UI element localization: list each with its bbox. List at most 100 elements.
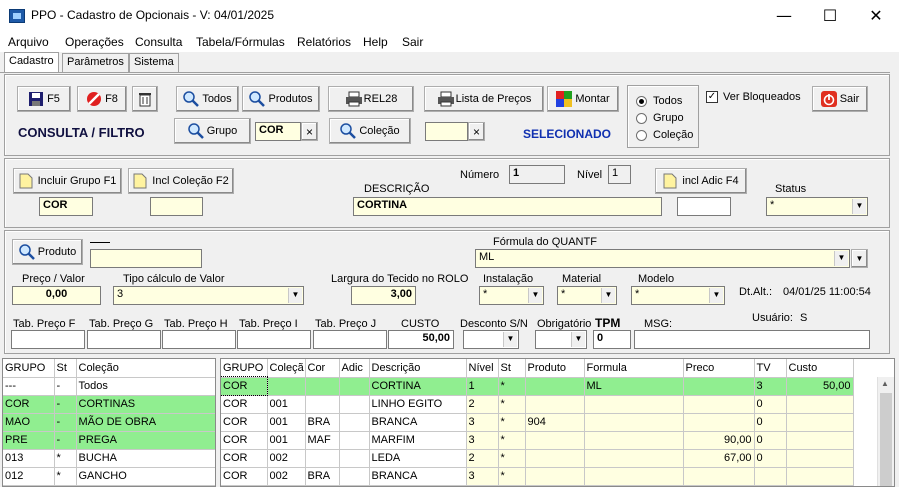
tab-parametros[interactable]: Parâmetros (62, 53, 129, 72)
ver-bloqueados-checkbox[interactable]: ✓ (706, 91, 718, 103)
table-row[interactable]: 012 * GANCHO (3, 467, 215, 486)
radio-colecao[interactable] (636, 130, 647, 141)
grupo-clear-button[interactable]: × (301, 122, 318, 141)
save-button[interactable]: F5 (17, 86, 71, 112)
incl-adic-button[interactable]: incl Adic F4 (655, 168, 747, 194)
items-grid-scrollbar[interactable]: ▲ (877, 377, 894, 486)
tab-preco-h-field[interactable] (162, 330, 236, 349)
header-cor[interactable]: Cor (305, 359, 340, 378)
header-formula[interactable]: Formula (584, 359, 684, 378)
colecao-code-field[interactable] (150, 197, 203, 216)
msg-field[interactable] (634, 330, 870, 349)
menu-tabela-formulas[interactable]: Tabela/Fórmulas (196, 35, 285, 49)
desconto-select[interactable]: ▼ (463, 330, 519, 349)
minimize-button[interactable]: — (761, 0, 807, 32)
tab-preco-i-field[interactable] (237, 330, 311, 349)
menu-consulta[interactable]: Consulta (135, 35, 182, 49)
table-row[interactable]: COR - CORTINAS (3, 395, 215, 414)
table-row[interactable]: COR CORTINA 1 * ML 3 50,00 (221, 376, 854, 396)
tab-sistema[interactable]: Sistema (129, 53, 179, 72)
header-grupo[interactable]: GRUPO (221, 359, 268, 378)
largura-field[interactable]: 3,00 (351, 286, 416, 305)
menu-operacoes[interactable]: Operações (65, 35, 124, 49)
grupo-filter-input[interactable]: COR (255, 122, 301, 141)
incl-colecao-button[interactable]: Incl Coleção F2 (128, 168, 234, 194)
colecao-clear-button[interactable]: × (468, 122, 485, 141)
close-button[interactable]: ✕ (853, 0, 899, 32)
grupo-code-field[interactable]: COR (39, 197, 93, 216)
sair-button[interactable]: Sair (812, 86, 868, 112)
radio-todos[interactable] (636, 96, 647, 107)
header-nivel[interactable]: Nível (466, 359, 499, 378)
produto-search-button[interactable]: Produto (12, 239, 83, 265)
material-select[interactable]: * ▼ (557, 286, 617, 305)
header-st[interactable]: St (498, 359, 526, 378)
menu-arquivo[interactable]: Arquivo (8, 35, 49, 49)
table-row[interactable]: --- - Todos (3, 377, 215, 396)
header-descricao[interactable]: Descrição (369, 359, 467, 378)
incl-colecao-label: Incl Coleção F2 (152, 175, 229, 187)
scrollbar-thumb[interactable] (880, 393, 892, 486)
table-row[interactable]: 013 * BUCHA (3, 449, 215, 468)
usuario-label: Usuário: (752, 312, 793, 324)
table-row[interactable]: PRE - PREGA (3, 431, 215, 450)
lista-precos-button[interactable]: Lista de Preços (424, 86, 544, 112)
status-select[interactable]: * ▼ (766, 197, 868, 216)
chevron-down-icon: ▼ (571, 332, 585, 347)
tipo-calc-select[interactable]: 3 ▼ (113, 286, 304, 305)
trash-button[interactable] (132, 86, 158, 112)
table-row[interactable]: MAO - MÃO DE OBRA (3, 413, 215, 432)
header-preco[interactable]: Preco (683, 359, 755, 378)
formula-extra-dropdown[interactable]: ▼ (851, 249, 868, 268)
todos-button[interactable]: Todos (176, 86, 239, 112)
colecao-search-button[interactable]: Coleção (329, 118, 411, 144)
table-row[interactable]: COR 001 LINHO EGITO 2 * 0 (221, 395, 854, 414)
menu-help[interactable]: Help (363, 35, 388, 49)
formula-select[interactable]: ML ▼ (475, 249, 850, 268)
table-row[interactable]: COR 002 LEDA 2 * 67,00 0 (221, 449, 854, 468)
header-st[interactable]: St (54, 359, 77, 378)
header-colecao[interactable]: Coleção (76, 359, 215, 378)
descricao-field[interactable]: CORTINA (353, 197, 662, 216)
preco-field[interactable]: 0,00 (12, 286, 101, 305)
produtos-button[interactable]: Produtos (242, 86, 320, 112)
grupo-search-button[interactable]: Grupo (174, 118, 251, 144)
menu-relatorios[interactable]: Relatórios (297, 35, 351, 49)
tab-preco-j-field[interactable] (313, 330, 387, 349)
header-tv[interactable]: TV (754, 359, 787, 378)
cell: - (54, 431, 77, 450)
montar-button[interactable]: Montar (547, 86, 619, 112)
custo-field[interactable]: 50,00 (388, 330, 454, 349)
produto-field[interactable] (90, 249, 202, 268)
instalacao-select[interactable]: * ▼ (479, 286, 544, 305)
scroll-up-icon[interactable]: ▲ (881, 379, 889, 388)
table-row[interactable]: COR 002 BRA BRANCA 3 * (221, 467, 854, 486)
incluir-grupo-button[interactable]: Incluir Grupo F1 (13, 168, 122, 194)
tab-preco-f-field[interactable] (11, 330, 85, 349)
delete-button[interactable]: F8 (77, 86, 127, 112)
menu-sair[interactable]: Sair (402, 35, 423, 49)
table-row[interactable]: COR 001 BRA BRANCA 3 * 904 0 (221, 413, 854, 432)
cell: 012 (3, 467, 55, 486)
colecao-filter-input[interactable] (425, 122, 468, 141)
cell (683, 413, 755, 432)
rel28-button[interactable]: REL28 (328, 86, 414, 112)
header-adic[interactable]: Adic (339, 359, 370, 378)
tab-preco-g-field[interactable] (87, 330, 161, 349)
table-row[interactable]: COR 001 MAF MARFIM 3 * 90,00 0 (221, 431, 854, 450)
montar-label: Montar (575, 93, 610, 105)
tpm-field[interactable]: 0 (593, 330, 631, 349)
obrigatorio-select[interactable]: ▼ (535, 330, 587, 349)
header-custo[interactable]: Custo (786, 359, 854, 378)
cell: CORTINA (369, 377, 467, 396)
maximize-button[interactable]: ☐ (807, 0, 853, 32)
modelo-select[interactable]: * ▼ (631, 286, 725, 305)
adic-field[interactable] (677, 197, 731, 216)
cell (525, 395, 585, 414)
radio-grupo[interactable] (636, 113, 647, 124)
cell: - (54, 395, 77, 414)
tab-cadastro[interactable]: Cadastro (4, 52, 59, 73)
header-colecao[interactable]: Coleçã (267, 359, 306, 378)
header-produto[interactable]: Produto (525, 359, 585, 378)
header-grupo[interactable]: GRUPO (3, 359, 55, 378)
